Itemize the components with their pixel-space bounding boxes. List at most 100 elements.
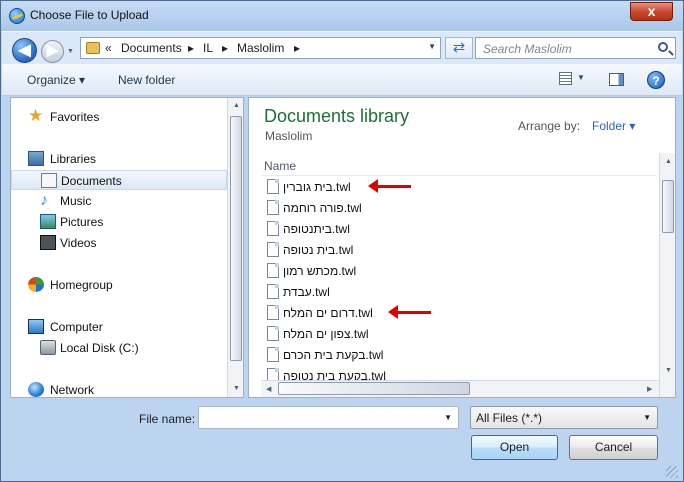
open-button[interactable]: Open xyxy=(471,435,558,460)
file-name: דרום ים המלח.twl xyxy=(283,306,373,320)
recent-locations-dropdown[interactable]: ▼ xyxy=(67,48,74,55)
sidebar-item-libraries[interactable]: Libraries xyxy=(11,149,227,169)
file-item[interactable]: בית נטופה.twl xyxy=(263,240,653,261)
breadcrumb-maslolim[interactable]: Maslolim xyxy=(237,41,284,55)
sidebar-item-label: Pictures xyxy=(60,215,104,229)
dialog-title: Choose File to Upload xyxy=(30,8,149,22)
disk-icon xyxy=(40,340,56,355)
library-title: Documents library xyxy=(264,106,410,126)
sidebar-item-label: Music xyxy=(60,194,92,208)
file-list-pane: Documents library Maslolim Arrange by: F… xyxy=(248,97,676,398)
sidebar-item-music[interactable]: ♪ Music xyxy=(11,191,227,211)
file-name: בקעת בית הכרם.twl xyxy=(283,348,384,362)
scroll-up-icon[interactable]: ▲ xyxy=(665,158,672,165)
file-icon xyxy=(267,284,279,299)
address-bar[interactable]: « Documents ▸ IL ▸ Maslolim ▸ ▼ xyxy=(80,37,441,59)
file-type-dropdown-icon[interactable]: ▼ xyxy=(643,413,651,422)
file-item[interactable]: עבדת.twl xyxy=(263,282,653,303)
file-item[interactable]: דרום ים המלח.twl xyxy=(263,303,653,324)
sidebar-item-label: Network xyxy=(50,383,95,397)
file-item[interactable]: ביתנטופה.twl xyxy=(263,219,653,240)
breadcrumb-separator[interactable]: ▸ xyxy=(294,41,300,55)
breadcrumb-documents[interactable]: Documents xyxy=(121,41,182,55)
forward-button[interactable]: ▶ xyxy=(41,40,64,63)
file-icon xyxy=(267,326,279,341)
file-name-input[interactable]: ▼ xyxy=(198,406,459,429)
search-icon[interactable] xyxy=(658,42,668,52)
file-name: ביתנטופה.twl xyxy=(283,222,350,236)
file-icon xyxy=(267,179,279,194)
sidebar-item-documents[interactable]: Documents xyxy=(11,170,227,190)
horizontal-scroll-thumb[interactable] xyxy=(278,382,470,395)
name-column-header[interactable]: Name xyxy=(264,159,296,173)
file-icon xyxy=(267,200,279,215)
folder-icon xyxy=(86,42,100,54)
file-upload-dialog: Choose File to Upload x ◀ ▶ ▼ « Document… xyxy=(0,0,684,482)
file-item[interactable]: מכתש רמון.twl xyxy=(263,261,653,282)
sidebar-item-favorites[interactable]: ★ Favorites xyxy=(11,107,227,127)
sidebar-item-label: Favorites xyxy=(50,110,100,124)
refresh-button[interactable]: ⇄ xyxy=(445,37,473,59)
sidebar-item-videos[interactable]: Videos xyxy=(11,233,227,253)
command-toolbar: Organize ▾ New folder ▼ ? xyxy=(2,64,682,96)
file-list-vertical-scrollbar[interactable]: ▲ ▼ xyxy=(659,153,675,397)
organize-button[interactable]: Organize ▾ xyxy=(27,73,85,87)
help-icon[interactable]: ? xyxy=(647,71,665,89)
column-divider xyxy=(261,175,656,176)
cancel-button[interactable]: Cancel xyxy=(569,435,658,460)
views-icon[interactable] xyxy=(559,72,572,85)
internet-explorer-icon xyxy=(9,8,25,24)
scroll-right-icon[interactable]: ▶ xyxy=(647,385,652,393)
navigation-pane: ★ Favorites Libraries Documents ♪ Music Pi… xyxy=(10,97,244,398)
documents-icon xyxy=(41,173,57,188)
network-icon xyxy=(28,382,44,397)
sidebar-item-computer[interactable]: Computer xyxy=(11,317,227,337)
sidebar-item-label: Videos xyxy=(60,236,97,250)
new-folder-button[interactable]: New folder xyxy=(118,73,175,87)
file-name-dropdown-icon[interactable]: ▼ xyxy=(444,413,452,422)
search-placeholder: Search Maslolim xyxy=(483,42,572,56)
breadcrumb-separator[interactable]: ▸ xyxy=(222,41,228,55)
navigation-scrollbar[interactable]: ▲ ▼ xyxy=(227,98,243,397)
red-arrow-annotation xyxy=(388,305,431,319)
file-name: מכתש רמון.twl xyxy=(283,264,357,278)
sidebar-item-homegroup[interactable]: Homegroup xyxy=(11,275,227,295)
sidebar-item-pictures[interactable]: Pictures xyxy=(11,212,227,232)
breadcrumb-separator[interactable]: ▸ xyxy=(188,41,194,55)
scroll-up-icon[interactable]: ▲ xyxy=(233,102,240,109)
file-name: בית נטופה.twl xyxy=(283,243,354,257)
file-item[interactable]: צפון ים המלח.twl xyxy=(263,324,653,345)
homegroup-icon xyxy=(28,277,44,292)
address-overflow[interactable]: « xyxy=(105,41,112,55)
sidebar-item-label: Local Disk (C:) xyxy=(60,341,139,355)
pictures-icon xyxy=(40,214,56,229)
sidebar-item-label: Homegroup xyxy=(50,278,113,292)
sidebar-item-label: Documents xyxy=(61,174,122,188)
address-dropdown-icon[interactable]: ▼ xyxy=(428,42,436,51)
arrange-by-label: Arrange by: xyxy=(518,119,581,133)
arrange-by-dropdown[interactable]: Folder ▾ xyxy=(592,119,635,133)
computer-icon xyxy=(28,319,44,334)
navigation-scroll-thumb[interactable] xyxy=(230,116,242,361)
file-type-select[interactable]: All Files (*.*) ▼ xyxy=(470,406,658,429)
file-list-scroll-thumb[interactable] xyxy=(662,180,674,233)
file-list-horizontal-scrollbar[interactable]: ◀ ▶ xyxy=(261,380,659,397)
scroll-down-icon[interactable]: ▼ xyxy=(665,367,672,374)
file-item[interactable]: פורה רוחמה.twl xyxy=(263,198,653,219)
file-item[interactable]: בית גוברין.twl xyxy=(263,177,653,198)
views-dropdown-icon[interactable]: ▼ xyxy=(577,73,585,82)
sidebar-item-network[interactable]: Network xyxy=(11,380,227,397)
resize-grip-icon[interactable] xyxy=(666,466,678,478)
file-icon xyxy=(267,221,279,236)
preview-pane-icon[interactable] xyxy=(609,73,624,86)
scroll-left-icon[interactable]: ◀ xyxy=(266,385,271,393)
close-button[interactable]: x xyxy=(630,2,673,21)
back-button[interactable]: ◀ xyxy=(12,38,37,63)
videos-icon xyxy=(40,235,56,250)
search-box[interactable]: Search Maslolim xyxy=(475,37,676,59)
file-item[interactable]: בקעת בית הכרם.twl xyxy=(263,345,653,366)
file-icon xyxy=(267,347,279,362)
breadcrumb-il[interactable]: IL xyxy=(203,41,213,55)
scroll-down-icon[interactable]: ▼ xyxy=(233,385,240,392)
sidebar-item-local-disk[interactable]: Local Disk (C:) xyxy=(11,338,227,358)
